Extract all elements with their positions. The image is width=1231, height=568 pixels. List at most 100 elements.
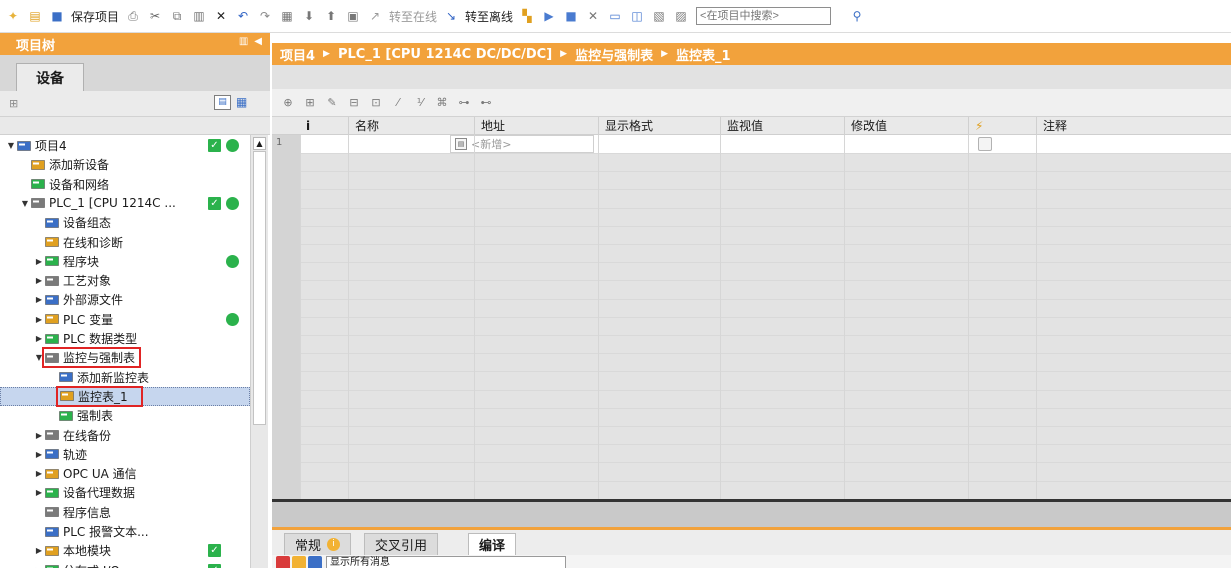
row-number[interactable]: 1 xyxy=(276,137,282,148)
column-name[interactable]: 名称 xyxy=(348,117,474,135)
scroll-thumb[interactable] xyxy=(253,151,266,425)
expand-arrow-icon[interactable]: ▶ xyxy=(34,469,44,478)
enable-peripheral-icon[interactable]: ⌘ xyxy=(434,95,450,111)
error-filter-icon[interactable] xyxy=(276,556,290,568)
stop-cpu-icon[interactable]: ■ xyxy=(563,8,579,24)
tree-item[interactable]: 强制表 xyxy=(0,406,250,425)
tree-item[interactable]: ▶ PLC 变量 xyxy=(0,310,250,329)
tree-item[interactable]: ▶ 程序块 xyxy=(0,252,250,271)
delete-icon[interactable]: ✕ xyxy=(213,8,229,24)
tree-item[interactable]: ▶ PLC 数据类型 xyxy=(0,329,250,348)
open-project-icon[interactable]: ▤ xyxy=(27,8,43,24)
column-info[interactable]: i xyxy=(300,117,328,135)
tree-settings-icon[interactable]: ⊞ xyxy=(9,97,18,110)
redo-icon[interactable]: ↷ xyxy=(257,8,273,24)
tree-item[interactable]: ▶ 轨迹 xyxy=(0,445,250,464)
go-online-button[interactable]: 转至在线 xyxy=(389,8,437,25)
grid-view-icon[interactable]: ▦ xyxy=(236,95,247,109)
tree-item[interactable]: PLC 报警文本... xyxy=(0,522,250,541)
window-layout-2-icon[interactable]: ▨ xyxy=(673,8,689,24)
monitor-all-icon[interactable]: ⊡ xyxy=(368,95,384,111)
column-modify-value[interactable]: 修改值 xyxy=(844,117,968,135)
download-icon[interactable]: ⬇ xyxy=(301,8,317,24)
insert-row-icon[interactable]: ⊕ xyxy=(280,95,296,111)
info-filter-icon[interactable] xyxy=(308,556,322,568)
collapse-arrow-icon[interactable]: ▼ xyxy=(6,141,16,150)
copy-icon[interactable]: ⧉ xyxy=(169,8,185,24)
window-layout-icon[interactable]: ▧ xyxy=(651,8,667,24)
cut-icon[interactable]: ✂ xyxy=(147,8,163,24)
cross-reference-icon[interactable]: ✕ xyxy=(585,8,601,24)
modify-value-icon[interactable]: ⁄ xyxy=(390,95,406,111)
paste-icon[interactable]: ▥ xyxy=(191,8,207,24)
breadcrumb-item[interactable]: 监控表_1 xyxy=(676,45,731,64)
tab-cross-reference[interactable]: 交叉引用 xyxy=(364,533,439,555)
go-offline-icon[interactable]: ↘ xyxy=(443,8,459,24)
tree-item[interactable]: ▶ 本地模块 ✓ xyxy=(0,541,250,560)
modify-now-icon[interactable]: ✎ xyxy=(324,95,340,111)
address-input-cell[interactable]: ▤ <新增> xyxy=(450,135,594,153)
display-format-icon[interactable]: ⊟ xyxy=(346,95,362,111)
tab-devices[interactable]: 设备 xyxy=(16,63,84,91)
inspector-splitter[interactable] xyxy=(272,502,1231,528)
split-vertical-icon[interactable]: ◫ xyxy=(629,8,645,24)
force-checkbox[interactable] xyxy=(978,137,992,151)
hide-panel-icon[interactable]: ◀ xyxy=(254,36,262,47)
message-filter-select[interactable]: 显示所有消息 xyxy=(326,556,566,568)
tree-item[interactable]: ▶分布式 I/O✓ xyxy=(0,561,250,568)
tree-item[interactable]: 设备和网络 xyxy=(0,175,250,194)
column-monitor-value[interactable]: 监视值 xyxy=(720,117,844,135)
collapse-panel-icon[interactable]: ▥ xyxy=(239,36,248,47)
expand-arrow-icon[interactable]: ▶ xyxy=(34,257,44,266)
print-icon[interactable]: ⎙ xyxy=(125,8,141,24)
tree-item[interactable]: 添加新监控表 xyxy=(0,368,250,387)
new-project-icon[interactable]: ✦ xyxy=(5,8,21,24)
split-horizontal-icon[interactable]: ▭ xyxy=(607,8,623,24)
monitor-all-glasses-icon[interactable]: ⊷ xyxy=(478,95,494,111)
tree-item[interactable]: ▼ 项目4 ✓ xyxy=(0,136,250,155)
breadcrumb-item[interactable]: 监控与强制表 xyxy=(575,45,653,64)
monitor-once-icon[interactable]: ⊶ xyxy=(456,95,472,111)
tree-item[interactable]: 设备组态 xyxy=(0,213,250,232)
tree-item[interactable]: 程序信息 xyxy=(0,503,250,522)
breadcrumb-item[interactable]: 项目4 xyxy=(280,45,315,64)
breadcrumb-item[interactable]: PLC_1 [CPU 1214C DC/DC/DC] xyxy=(338,47,552,62)
search-binoculars-icon[interactable]: ⚲ xyxy=(849,8,865,24)
go-offline-button[interactable]: 转至离线 xyxy=(465,8,513,25)
tree-item[interactable]: 添加新设备 xyxy=(0,155,250,174)
upload-icon[interactable]: ⬆ xyxy=(323,8,339,24)
tree-item[interactable]: ▶ 工艺对象 xyxy=(0,271,250,290)
warning-filter-icon[interactable] xyxy=(292,556,306,568)
expand-arrow-icon[interactable]: ▶ xyxy=(34,546,44,555)
table-row[interactable] xyxy=(300,135,1231,153)
collapse-arrow-icon[interactable]: ▼ xyxy=(20,199,30,208)
tab-compile[interactable]: 编译 xyxy=(468,533,517,555)
expand-arrow-icon[interactable]: ▶ xyxy=(34,276,44,285)
add-row-icon[interactable]: ⊞ xyxy=(302,95,318,111)
scroll-up-icon[interactable]: ▲ xyxy=(253,137,266,150)
project-search-input[interactable] xyxy=(696,7,832,25)
modify-now-2-icon[interactable]: ⅟ xyxy=(412,95,428,111)
expand-arrow-icon[interactable]: ▶ xyxy=(34,450,44,459)
go-online-icon[interactable]: ↗ xyxy=(367,8,383,24)
expand-arrow-icon[interactable]: ▶ xyxy=(34,295,44,304)
expand-arrow-icon[interactable]: ▶ xyxy=(34,431,44,440)
tree-item[interactable]: ▶ OPC UA 通信 xyxy=(0,464,250,483)
save-icon[interactable]: ■ xyxy=(49,8,65,24)
overview-icon[interactable]: ▤ xyxy=(214,95,231,110)
expand-arrow-icon[interactable]: ▶ xyxy=(34,488,44,497)
tab-general[interactable]: 常规 i xyxy=(284,533,352,555)
start-cpu-icon[interactable]: ▶ xyxy=(541,8,557,24)
column-address[interactable]: 地址 xyxy=(474,117,598,135)
column-force-icon[interactable]: ⚡ xyxy=(968,117,1036,135)
tree-item[interactable]: 在线和诊断 xyxy=(0,233,250,252)
tree-scrollbar[interactable]: ▲ xyxy=(250,135,268,568)
column-comment[interactable]: 注释 xyxy=(1036,117,1231,135)
address-picker-icon[interactable]: ▤ xyxy=(455,138,467,150)
simulation-icon[interactable]: ▣ xyxy=(345,8,361,24)
undo-icon[interactable]: ↶ xyxy=(235,8,251,24)
expand-arrow-icon[interactable]: ▶ xyxy=(34,334,44,343)
save-project-button[interactable]: 保存项目 xyxy=(71,8,119,25)
tree-item[interactable]: ▼ PLC_1 [CPU 1214C ... ✓ xyxy=(0,194,250,213)
tree-item[interactable]: ▶ 设备代理数据 xyxy=(0,483,250,502)
